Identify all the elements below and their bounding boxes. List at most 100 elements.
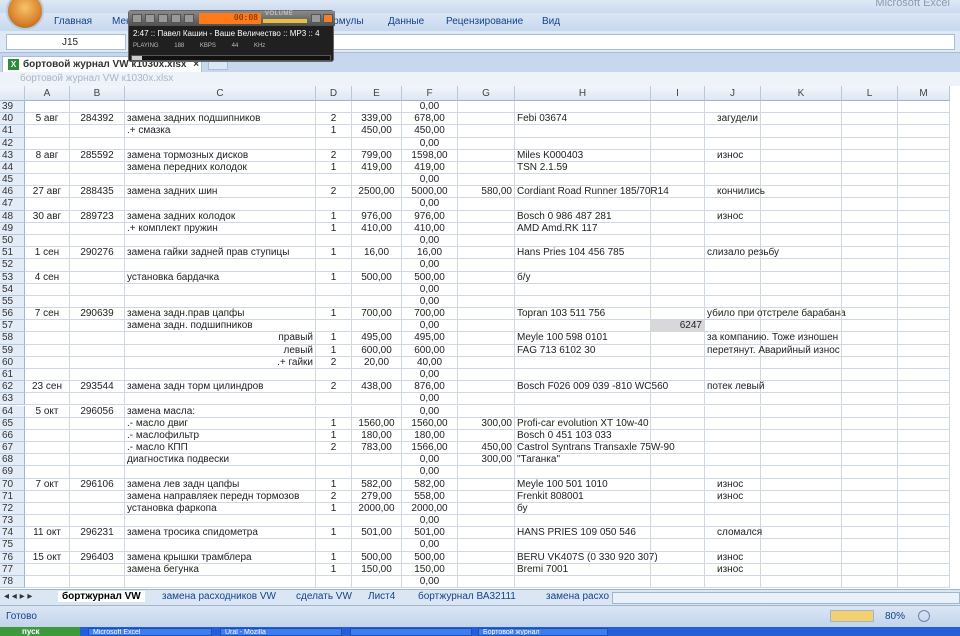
cell-note[interactable]: кончились [705,186,765,199]
sheet-tab-active[interactable]: бортжурнал VW [58,591,145,602]
cell-empty[interactable] [842,295,898,309]
close-player-icon[interactable] [323,14,333,23]
cell-description[interactable]: замена задн. подшипников [125,320,316,333]
cell-quantity[interactable]: 2 [316,113,352,126]
cell-date[interactable] [25,222,70,235]
cell-total[interactable]: 5000,00 [402,186,458,199]
cell-total[interactable]: 501,00 [402,527,458,540]
cell-empty[interactable] [761,405,842,418]
cell-extra[interactable] [651,563,705,576]
cell-part-number[interactable] [515,137,651,150]
cell-unit-price[interactable]: 500,00 [352,271,402,284]
cell-date[interactable]: 1 сен [25,247,70,260]
cell-empty[interactable] [761,515,842,528]
column-header-i[interactable]: I [651,86,705,101]
row-header[interactable]: 70 [0,478,25,491]
volume-slider[interactable] [263,19,307,23]
cell-description[interactable]: правый [125,332,316,345]
cell-note[interactable] [705,417,761,430]
row-header[interactable]: 72 [0,502,25,516]
cell-empty[interactable] [898,161,950,175]
cell-part-number[interactable]: Frenkit 808001 [515,490,651,503]
cell-empty[interactable] [898,551,950,564]
cell-unit-price[interactable]: 783,00 [352,442,402,455]
cell-extra[interactable] [651,478,705,491]
cell-part-number[interactable] [515,234,651,248]
sheet-nav-arrows[interactable]: ◂ ◂ ▸ ▸ [4,591,32,602]
cell-description[interactable] [125,393,316,406]
cell-total[interactable]: 410,00 [402,222,458,235]
cell-part-number[interactable]: Bosch 0 451 103 033 [515,429,651,443]
cell-quantity[interactable]: 2 [316,381,352,394]
cell-labor[interactable] [458,563,515,576]
cell-description[interactable]: замена задн.прав цапфы [125,308,316,321]
cell-empty[interactable] [898,527,950,540]
cell-part-number[interactable] [515,405,651,418]
cell-description[interactable]: замена бегунка [125,563,316,576]
cell-quantity[interactable] [316,295,352,309]
cell-empty[interactable] [842,356,898,369]
cell-order-number[interactable] [70,466,125,479]
cell-empty[interactable] [842,515,898,528]
cell-labor[interactable] [458,125,515,138]
cell-labor[interactable] [458,332,515,345]
cell-unit-price[interactable] [352,137,402,150]
row-header[interactable]: 50 [0,234,25,248]
cell-note[interactable] [705,466,761,479]
cell-extra[interactable] [651,527,705,540]
cell-labor[interactable] [458,113,515,126]
cell-unit-price[interactable]: 500,00 [352,551,402,564]
cell-total[interactable]: 150,00 [402,563,458,576]
row-header[interactable]: 53 [0,271,25,284]
cell-empty[interactable] [842,381,898,394]
cell-extra[interactable] [651,113,705,126]
taskbar-item[interactable]: Бортовой журнал [478,628,608,636]
cell-empty[interactable] [898,283,950,296]
cell-quantity[interactable]: 1 [316,222,352,235]
cell-date[interactable] [25,576,70,589]
cell-order-number[interactable] [70,271,125,284]
cell-labor[interactable] [458,320,515,333]
cell-extra[interactable] [651,149,705,162]
cell-empty[interactable] [898,417,950,430]
start-button[interactable]: пуск [0,627,80,636]
cell-extra[interactable] [651,332,705,345]
cell-quantity[interactable] [316,515,352,528]
row-header[interactable]: 73 [0,515,25,528]
cell-description[interactable]: диагностика подвески [125,454,316,467]
cell-date[interactable] [25,137,70,150]
cell-empty[interactable] [761,174,842,187]
cell-quantity[interactable]: 1 [316,344,352,357]
cell-quantity[interactable]: 1 [316,125,352,138]
cell-extra[interactable] [651,454,705,467]
cell-description[interactable] [125,259,316,272]
cell-empty[interactable] [842,283,898,296]
sheet-tab[interactable]: Лист4 [368,591,395,602]
cell-order-number[interactable]: 296056 [70,405,125,418]
cell-date[interactable] [25,563,70,576]
cell-empty[interactable] [898,368,950,382]
row-header[interactable]: 55 [0,295,25,309]
cell-labor[interactable] [458,222,515,235]
cell-empty[interactable] [761,259,842,272]
cell-description[interactable] [125,234,316,248]
cell-total[interactable]: 419,00 [402,161,458,175]
column-header-m[interactable]: M [898,86,950,101]
row-header[interactable]: 63 [0,393,25,406]
cell-total[interactable]: 0,00 [402,454,458,467]
cell-empty[interactable] [898,113,950,126]
cell-empty[interactable] [842,259,898,272]
cell-empty[interactable] [898,563,950,576]
cell-note[interactable] [705,271,761,284]
cell-empty[interactable] [898,308,950,321]
eject-icon[interactable] [311,14,321,23]
cell-total[interactable]: 0,00 [402,283,458,296]
cell-note[interactable] [705,356,761,369]
cell-empty[interactable] [761,186,842,199]
cell-quantity[interactable] [316,454,352,467]
cell-order-number[interactable] [70,393,125,406]
cell-quantity[interactable] [316,576,352,589]
cell-empty[interactable] [842,125,898,138]
cell-empty[interactable] [761,563,842,576]
cell-date[interactable]: 8 авг [25,149,70,162]
